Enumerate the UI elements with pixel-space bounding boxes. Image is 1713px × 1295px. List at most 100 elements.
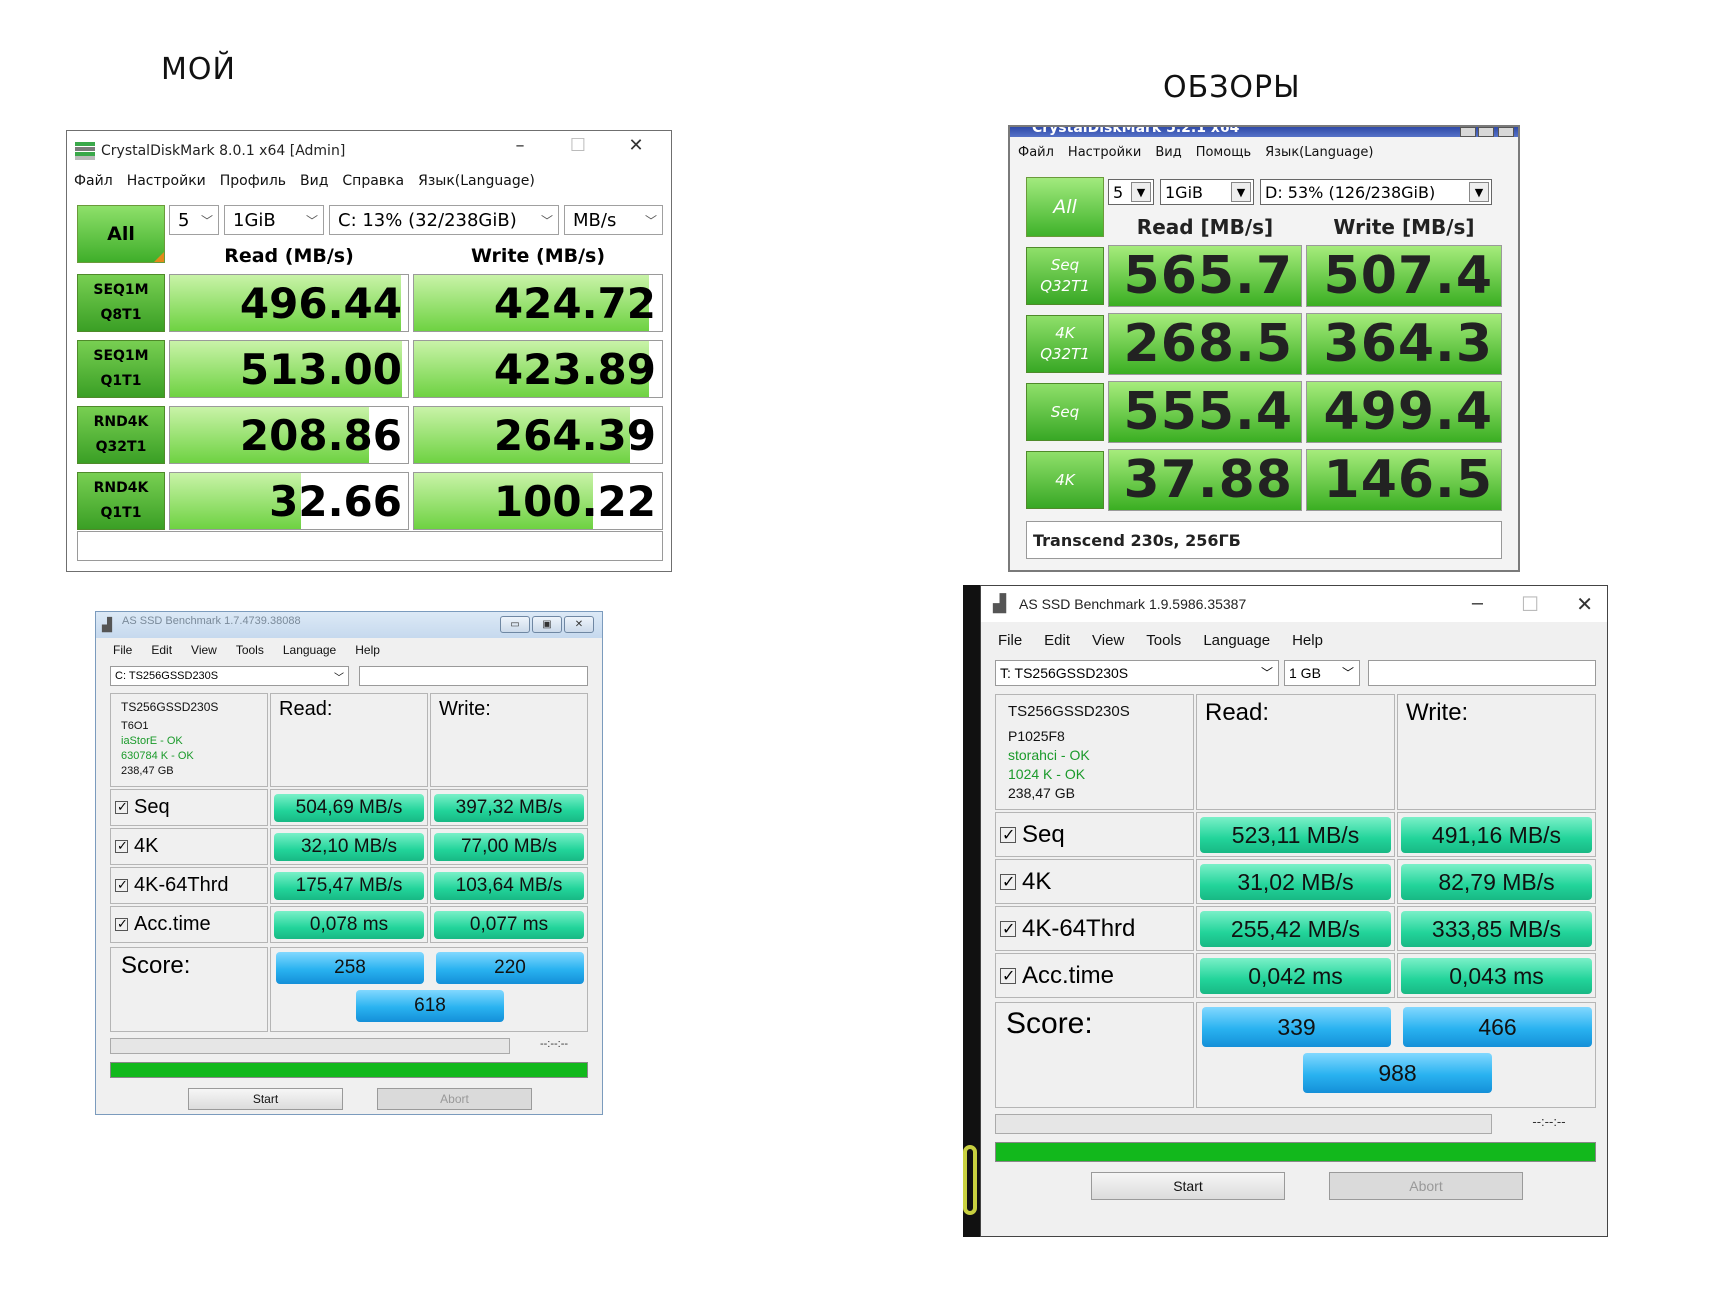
read-result-value: 555.4 bbox=[1123, 382, 1293, 442]
size-select[interactable]: 1GiB ﹀ bbox=[224, 205, 324, 235]
write-result-panel: 0,043 ms bbox=[1397, 953, 1596, 998]
test-progress-bar bbox=[995, 1114, 1492, 1134]
minimize-icon[interactable]: ▭ bbox=[500, 616, 530, 633]
menu-tools[interactable]: Tools bbox=[236, 643, 264, 657]
checkbox-icon[interactable] bbox=[1000, 872, 1016, 892]
drive-select[interactable]: D: 53% (126/238GiB) ▼ bbox=[1260, 179, 1492, 205]
test-button[interactable]: 4K Q32T1 bbox=[1026, 315, 1104, 373]
start-button[interactable]: Start bbox=[188, 1088, 343, 1110]
drive-value: D: 53% (126/238GiB) bbox=[1265, 182, 1436, 202]
menu-view[interactable]: View bbox=[191, 643, 217, 657]
close-icon[interactable]: ✕ bbox=[564, 616, 594, 633]
unit-select[interactable]: MB/s ﹀ bbox=[564, 205, 663, 235]
comment-field[interactable] bbox=[77, 531, 663, 561]
read-header-label: Read: bbox=[1205, 699, 1270, 726]
menu-file[interactable]: File bbox=[998, 632, 1022, 649]
drive-capacity: 238,47 GB bbox=[121, 765, 174, 777]
close-icon[interactable] bbox=[1498, 127, 1514, 137]
read-result-panel: 32,10 MB/s bbox=[270, 828, 428, 865]
minimize-icon[interactable] bbox=[1460, 127, 1476, 137]
all-button[interactable]: All bbox=[77, 205, 165, 263]
menu-help[interactable]: Help bbox=[1292, 632, 1323, 649]
menu-help[interactable]: Справка bbox=[342, 173, 404, 189]
test-button[interactable]: RND4K Q32T1 bbox=[77, 406, 165, 464]
menu-settings[interactable]: Настройки bbox=[127, 173, 206, 189]
count-select[interactable]: 5 ﹀ bbox=[169, 205, 219, 235]
menu-view[interactable]: Вид bbox=[300, 173, 328, 189]
menu-edit[interactable]: Edit bbox=[1044, 632, 1070, 649]
info-textbox[interactable] bbox=[1368, 660, 1596, 686]
menu-language[interactable]: Language bbox=[283, 643, 336, 657]
menu-language[interactable]: Language bbox=[1203, 632, 1270, 649]
close-icon[interactable]: ✕ bbox=[607, 135, 665, 156]
test-name: Seq bbox=[134, 796, 170, 818]
drive-select[interactable]: C: TS256GSSD230S ﹀ bbox=[110, 666, 349, 686]
test-button[interactable]: SEQ1M Q8T1 bbox=[77, 274, 165, 332]
as-ssd-app-icon: ▟ bbox=[102, 617, 112, 632]
write-result-cell: 423.89 bbox=[413, 340, 663, 398]
menu-tools[interactable]: Tools bbox=[1146, 632, 1181, 649]
all-button[interactable]: All bbox=[1026, 177, 1104, 237]
maximize-icon[interactable] bbox=[1478, 127, 1494, 137]
test-button[interactable]: 4K bbox=[1026, 451, 1104, 509]
checkbox-icon[interactable] bbox=[1000, 919, 1016, 939]
drive-driver: iaStorE - OK bbox=[121, 735, 183, 747]
test-button[interactable]: SEQ1M Q1T1 bbox=[77, 340, 165, 398]
write-result-panel: 82,79 MB/s bbox=[1397, 859, 1596, 904]
checkbox-icon[interactable] bbox=[115, 838, 128, 854]
menu-settings[interactable]: Настройки bbox=[1068, 145, 1141, 160]
menu-edit[interactable]: Edit bbox=[151, 643, 172, 657]
checkbox-icon[interactable] bbox=[1000, 966, 1016, 986]
write-result-cell: 100.22 bbox=[413, 472, 663, 530]
start-button[interactable]: Start bbox=[1091, 1172, 1285, 1200]
size-select[interactable]: 1GiB ▼ bbox=[1160, 179, 1254, 205]
checkbox-icon[interactable] bbox=[115, 916, 128, 932]
menu-file[interactable]: File bbox=[113, 643, 132, 657]
maximize-icon[interactable]: ☐ bbox=[1521, 592, 1539, 617]
size-select[interactable]: 1 GB ﹀ bbox=[1284, 660, 1360, 686]
write-result-text: 397,32 MB/s bbox=[455, 797, 563, 818]
drive-model: TS256GSSD230S bbox=[1008, 703, 1130, 720]
menu-bar: Файл Настройки Вид Помощь Язык(Language) bbox=[1018, 145, 1373, 160]
test-row-1: 4K bbox=[995, 859, 1194, 904]
drive-select[interactable]: T: TS256GSSD230S ﹀ bbox=[995, 660, 1279, 686]
abort-button[interactable]: Abort bbox=[377, 1088, 532, 1110]
menu-file[interactable]: Файл bbox=[1018, 145, 1054, 160]
menu-profile[interactable]: Профиль bbox=[220, 173, 286, 189]
drive-select[interactable]: C: 13% (32/238GiB) ﹀ bbox=[329, 205, 559, 235]
menu-language[interactable]: Язык(Language) bbox=[418, 173, 535, 189]
test-label-line1: SEQ1M bbox=[93, 282, 149, 298]
window-title: CrystalDiskMark 8.0.1 x64 [Admin] bbox=[101, 143, 346, 159]
caption-reviews: ОБЗОРЫ bbox=[1163, 70, 1301, 105]
close-icon[interactable]: ✕ bbox=[1576, 592, 1593, 617]
test-button[interactable]: Seq Q32T1 bbox=[1026, 247, 1104, 305]
test-button[interactable]: Seq bbox=[1026, 383, 1104, 441]
menu-help[interactable]: Help bbox=[355, 643, 380, 657]
menu-file[interactable]: Файл bbox=[74, 173, 113, 189]
minimize-icon[interactable]: – bbox=[1472, 592, 1483, 615]
menu-language[interactable]: Язык(Language) bbox=[1265, 145, 1373, 160]
maximize-icon[interactable]: ☐ bbox=[549, 135, 607, 156]
menu-help[interactable]: Помощь bbox=[1196, 145, 1251, 160]
read-result-value: 513.00 bbox=[239, 345, 402, 394]
comment-field[interactable]: Transcend 230s, 256ГБ bbox=[1026, 521, 1502, 559]
test-name: 4K-64Thrd bbox=[1022, 914, 1136, 942]
read-result-value: 37.88 bbox=[1123, 450, 1293, 510]
count-select[interactable]: 5 ▼ bbox=[1108, 179, 1154, 205]
read-result-value: 32.66 bbox=[269, 477, 402, 526]
test-button[interactable]: RND4K Q1T1 bbox=[77, 472, 165, 530]
chevron-down-icon: ▼ bbox=[1469, 182, 1489, 202]
checkbox-icon[interactable] bbox=[115, 799, 128, 815]
checkbox-icon[interactable] bbox=[1000, 825, 1016, 845]
minimize-icon[interactable]: – bbox=[491, 135, 549, 156]
abort-button[interactable]: Abort bbox=[1329, 1172, 1523, 1200]
test-name: 4K bbox=[1022, 867, 1052, 895]
window-title: AS SSD Benchmark 1.7.4739.38088 bbox=[122, 615, 301, 627]
checkbox-icon[interactable] bbox=[115, 877, 128, 893]
crystaldiskmark-8-window: CrystalDiskMark 8.0.1 x64 [Admin] – ☐ ✕ … bbox=[66, 130, 672, 572]
info-textbox[interactable] bbox=[359, 666, 588, 686]
maximize-icon[interactable]: ▣ bbox=[532, 616, 562, 633]
test-label-line1: 4K bbox=[1055, 324, 1075, 342]
menu-view[interactable]: Вид bbox=[1155, 145, 1181, 160]
menu-view[interactable]: View bbox=[1092, 632, 1124, 649]
